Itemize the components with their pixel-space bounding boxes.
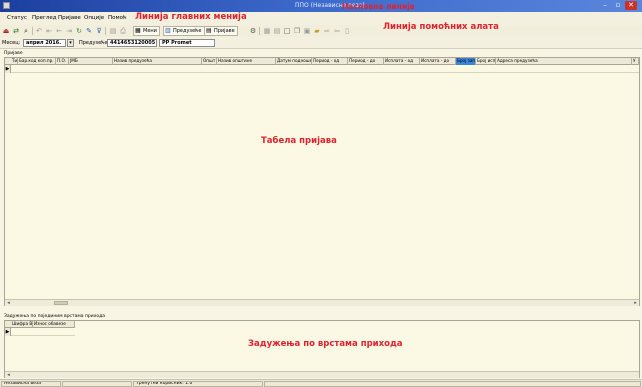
print-preview-icon[interactable]: ▤: [109, 27, 117, 35]
calendar-icon[interactable]: ▣: [303, 27, 311, 35]
debts-hscroll[interactable]: ◂: [5, 371, 639, 378]
annotation-applications-table: Табела пријава: [261, 136, 337, 146]
meni-button[interactable]: ▦ Мени: [133, 26, 160, 36]
col-period-from[interactable]: Период - од: [312, 58, 348, 65]
new-icon[interactable]: □: [283, 27, 291, 35]
period-dropdown-button[interactable]: ▾: [67, 39, 74, 47]
minimize-button[interactable]: –: [599, 1, 611, 10]
new-row[interactable]: [11, 65, 639, 73]
applications-hscroll[interactable]: ◂ ▸: [5, 299, 639, 306]
period-select[interactable]: април 2016.: [23, 39, 66, 47]
menu-status[interactable]: Статус: [7, 15, 27, 21]
col-company-name[interactable]: Назив предузећа: [113, 58, 202, 65]
debts-group-label: Задужења по појединим врстама прихода: [4, 314, 105, 319]
annotation-revenue-debts: Задужења по врстама прихода: [248, 339, 403, 349]
company-name-field: PP Promet: [159, 39, 215, 47]
menu-bar: Статус Преглед Пријаве Опције Помоћ Лини…: [0, 12, 642, 25]
col-submission-date[interactable]: Датум подношења: [276, 58, 312, 65]
status-bar: Независна веза Тренутни корисник: 1.0: [0, 379, 642, 387]
col-po[interactable]: П.О.: [56, 58, 69, 65]
undo-icon[interactable]: ↶: [35, 27, 43, 35]
copy-icon[interactable]: ❐: [293, 27, 301, 35]
scroll-left-icon[interactable]: ◂: [5, 300, 12, 306]
col-company-address[interactable]: Адреса предузећа: [496, 58, 632, 65]
col-jmb[interactable]: ЈМБ: [69, 58, 113, 65]
new-row[interactable]: [11, 328, 75, 336]
menu-icon: ▦: [135, 27, 141, 34]
col-municipality-code[interactable]: Општ: [202, 58, 217, 65]
applications-button[interactable]: ▤ Пријаве: [204, 26, 238, 36]
status-panel-2: [62, 381, 132, 387]
app-icon: [3, 2, 10, 9]
filter-bar: Месец: април 2016. ▾ Предузеће: 44146531…: [0, 37, 642, 49]
last-icon[interactable]: ⇥: [65, 27, 73, 35]
col-revenue-code[interactable]: Шифра ВП: [11, 321, 33, 328]
applications-group-label: Пријаве: [4, 51, 23, 56]
company-icon: ▥: [165, 27, 171, 34]
toolbar-separator: [32, 27, 33, 35]
document-icon[interactable]: ▯: [343, 27, 351, 35]
toolbar: ⏏ ⇄ ⌕ ↶ ⇤ ← ⇥ ↻ ✎ ⊽ ▤ ⎙ ▦ Мени ▥ Предузе…: [0, 22, 642, 37]
debts-table: Шифра ВП Износ обавезе ▶ Задужења по врс…: [4, 320, 640, 378]
folder-icon[interactable]: ▰: [313, 27, 321, 35]
col-payment-to[interactable]: Исплата - до: [420, 58, 456, 65]
col-type[interactable]: Тип: [11, 58, 18, 65]
prev-icon[interactable]: ←: [55, 27, 63, 35]
col-payment-from[interactable]: Исплата - од: [384, 58, 420, 65]
status-connection: Независна веза: [1, 381, 61, 387]
maximize-button[interactable]: ▫: [612, 1, 624, 10]
period-label: Месец:: [2, 40, 21, 46]
applications-table: Тип Бар.код коп.пр. П.О. ЈМБ Назив преду…: [4, 57, 640, 306]
print-icon[interactable]: ⎙: [119, 27, 127, 35]
status-panel-4: [264, 381, 641, 387]
annotation-toolbar-line: Линија помоћних алата: [383, 22, 499, 32]
search-icon[interactable]: ⌕: [22, 27, 30, 35]
import-icon[interactable]: ⇦: [333, 27, 341, 35]
col-obligation-amount[interactable]: Износ обавезе: [33, 321, 75, 328]
col-municipality-name[interactable]: Назив општине: [217, 58, 276, 65]
annotation-main-menu-line: Линија главних менија: [135, 12, 247, 22]
first-icon[interactable]: ⇤: [45, 27, 53, 35]
scroll-thumb[interactable]: [54, 301, 68, 305]
menu-help[interactable]: Помоћ: [108, 15, 127, 21]
annotation-title-line: Насловна линија: [342, 2, 415, 11]
menu-applications[interactable]: Пријаве: [58, 15, 81, 21]
scroll-right-icon[interactable]: ▸: [632, 300, 639, 306]
applications-button-label: Пријаве: [214, 28, 235, 34]
col-employee-count[interactable]: Број зап.: [456, 58, 476, 65]
col-period-to[interactable]: Период - до: [348, 58, 384, 65]
export-icon[interactable]: ⇨: [323, 27, 331, 35]
menu-view[interactable]: Преглед: [32, 15, 57, 21]
settings-icon[interactable]: ⚙: [249, 27, 257, 35]
filter-icon[interactable]: ⊽: [95, 27, 103, 35]
company-button[interactable]: ▥ Предузеће: [163, 26, 205, 36]
menu-options[interactable]: Опције: [84, 15, 104, 21]
report-icon[interactable]: ▤: [273, 27, 281, 35]
col-barcode[interactable]: Бар.код коп.пр.: [18, 58, 56, 65]
grid-icon[interactable]: ▦: [263, 27, 271, 35]
status-user: Тренутни корисник: 1.0: [133, 381, 263, 387]
applications-icon: ▤: [206, 27, 212, 34]
col-payment-count[interactable]: Број испл.: [476, 58, 496, 65]
refresh-icon[interactable]: ↻: [75, 27, 83, 35]
company-id-field[interactable]: 4414653120005: [107, 39, 157, 47]
applications-table-header: Тип Бар.код коп.пр. П.О. ЈМБ Назив преду…: [5, 58, 639, 65]
scroll-left-icon[interactable]: ◂: [5, 372, 12, 378]
company-button-label: Предузеће: [173, 28, 202, 34]
col-extra[interactable]: У: [632, 58, 639, 65]
edit-icon[interactable]: ✎: [85, 27, 93, 35]
exit-icon[interactable]: ⏏: [2, 27, 10, 35]
connect-icon[interactable]: ⇄: [12, 27, 20, 35]
close-button[interactable]: ✕: [625, 1, 637, 10]
company-label: Предузеће:: [79, 40, 110, 46]
meni-button-label: Мени: [143, 28, 157, 34]
debts-table-header: Шифра ВП Износ обавезе: [5, 321, 75, 328]
toolbar-separator: [259, 27, 260, 35]
toolbar-separator: [105, 27, 106, 35]
title-bar: ППО (Независна веза) Насловна линија – ▫…: [0, 0, 642, 12]
